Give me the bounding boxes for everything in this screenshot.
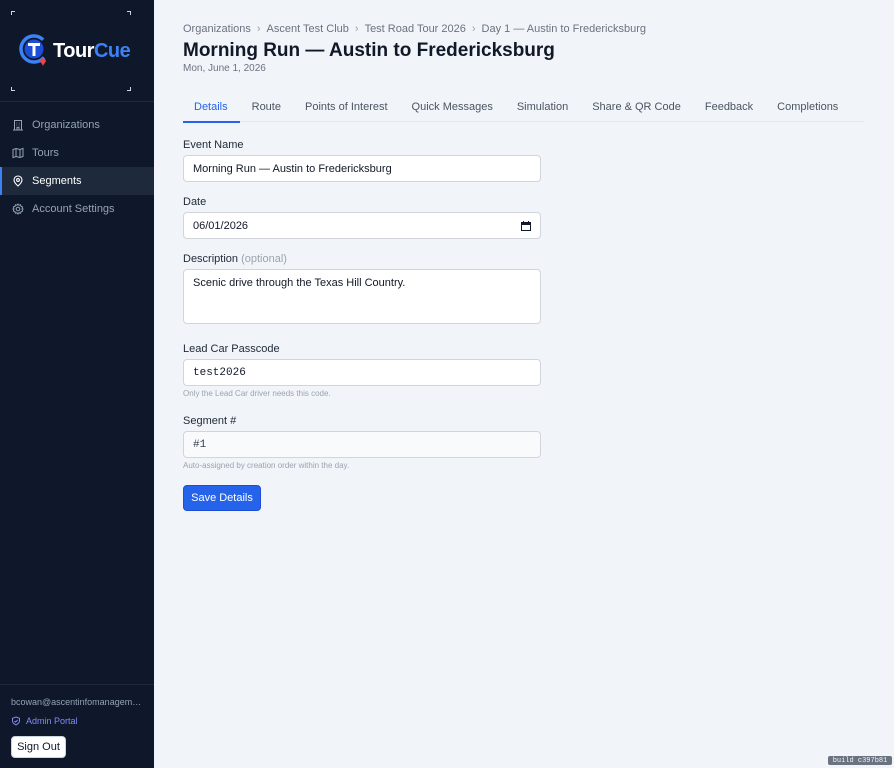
tab-feedback[interactable]: Feedback [693, 91, 765, 122]
page-subtitle: Mon, June 1, 2026 [183, 63, 266, 74]
sidebar-item-label: Tours [32, 147, 59, 159]
tab-points-of-interest[interactable]: Points of Interest [293, 91, 400, 122]
lead-car-passcode-input[interactable]: test2026 [183, 359, 541, 386]
date-value: 06/01/2026 [193, 219, 249, 232]
description-value: Scenic drive through the Texas Hill Coun… [193, 277, 406, 289]
tab-completions[interactable]: Completions [765, 91, 850, 122]
segment-number-label: Segment # [183, 415, 237, 427]
tab-details[interactable]: Details [183, 91, 240, 123]
sidebar-item-segments[interactable]: Segments [0, 167, 154, 195]
map-icon [12, 147, 24, 159]
event-name-input[interactable]: Morning Run — Austin to Fredericksburg [183, 155, 541, 182]
breadcrumb-item-organizations[interactable]: Organizations [183, 23, 251, 35]
sidebar-item-account-settings[interactable]: Account Settings [0, 195, 154, 223]
breadcrumb-item-tour[interactable]: Test Road Tour 2026 [365, 23, 466, 35]
breadcrumb-item-organization[interactable]: Ascent Test Club [267, 23, 349, 35]
map-pin-icon [12, 175, 24, 187]
tab-simulation[interactable]: Simulation [505, 91, 580, 122]
date-input[interactable]: 06/01/2026 [183, 212, 541, 239]
admin-portal-link[interactable]: Admin Portal [11, 716, 78, 726]
brand-name: TourCue [53, 39, 131, 63]
lead-car-passcode-label: Lead Car Passcode [183, 343, 280, 355]
sidebar-item-label: Organizations [32, 119, 100, 131]
sidebar: TourCue Organizations Tours Segments Acc… [0, 0, 154, 768]
page-title: Morning Run — Austin to Fredericksburg [183, 40, 555, 61]
chevron-right-icon: › [354, 23, 359, 35]
sidebar-item-label: Segments [32, 175, 82, 187]
sidebar-item-label: Account Settings [32, 203, 115, 215]
crop-corner-bottom-right [127, 87, 131, 91]
crop-corner-bottom-left [11, 87, 15, 91]
admin-portal-label: Admin Portal [26, 716, 78, 726]
segment-number-field: #1 [183, 431, 541, 458]
brand-name-cue: Cue [93, 39, 131, 62]
crop-corner-top-right [127, 11, 131, 15]
brand-logo[interactable]: TourCue [19, 33, 131, 69]
shield-icon [12, 716, 20, 726]
chevron-right-icon: › [471, 23, 476, 35]
optional-hint: (optional) [241, 253, 287, 265]
segment-help-text: Auto-assigned by creation order within t… [183, 461, 350, 470]
crop-corner-top-left [11, 11, 15, 15]
description-label-text: Description [183, 253, 239, 265]
sidebar-footer: bcowan@ascentinfomanagemen… Admin Portal… [0, 684, 154, 768]
description-textarea[interactable]: Scenic drive through the Texas Hill Coun… [183, 269, 541, 324]
tab-quick-messages[interactable]: Quick Messages [400, 91, 505, 122]
user-email: bcowan@ascentinfomanagemen… [11, 697, 145, 707]
event-name-value: Morning Run — Austin to Fredericksburg [193, 162, 392, 175]
tab-share-qr-code[interactable]: Share & QR Code [580, 91, 693, 122]
save-details-button[interactable]: Save Details [183, 485, 261, 511]
building-icon [12, 119, 24, 131]
description-label: Description (optional) [183, 253, 287, 265]
passcode-help-text: Only the Lead Car driver needs this code… [183, 389, 331, 398]
calendar-icon[interactable] [521, 221, 531, 231]
sign-out-button[interactable]: Sign Out [11, 736, 66, 758]
tourcue-logo-icon [19, 34, 49, 66]
breadcrumb: Organizations › Ascent Test Club › Test … [183, 23, 646, 35]
gear-icon [12, 203, 24, 215]
date-label: Date [183, 196, 207, 208]
breadcrumb-item-day[interactable]: Day 1 — Austin to Fredericksburg [482, 23, 646, 35]
tab-route[interactable]: Route [240, 91, 293, 122]
logo-area: TourCue [0, 0, 154, 102]
sidebar-item-tours[interactable]: Tours [0, 139, 154, 167]
passcode-value: test2026 [193, 366, 246, 379]
segment-number-value: #1 [193, 438, 207, 451]
sidebar-item-organizations[interactable]: Organizations [0, 111, 154, 139]
chevron-right-icon: › [256, 23, 261, 35]
sidebar-nav: Organizations Tours Segments Account Set… [0, 111, 154, 223]
event-name-label: Event Name [183, 139, 244, 151]
build-badge: build c397b81 [828, 756, 892, 765]
brand-name-tour: Tour [53, 39, 94, 62]
tab-bar: Details Route Points of Interest Quick M… [183, 91, 864, 123]
